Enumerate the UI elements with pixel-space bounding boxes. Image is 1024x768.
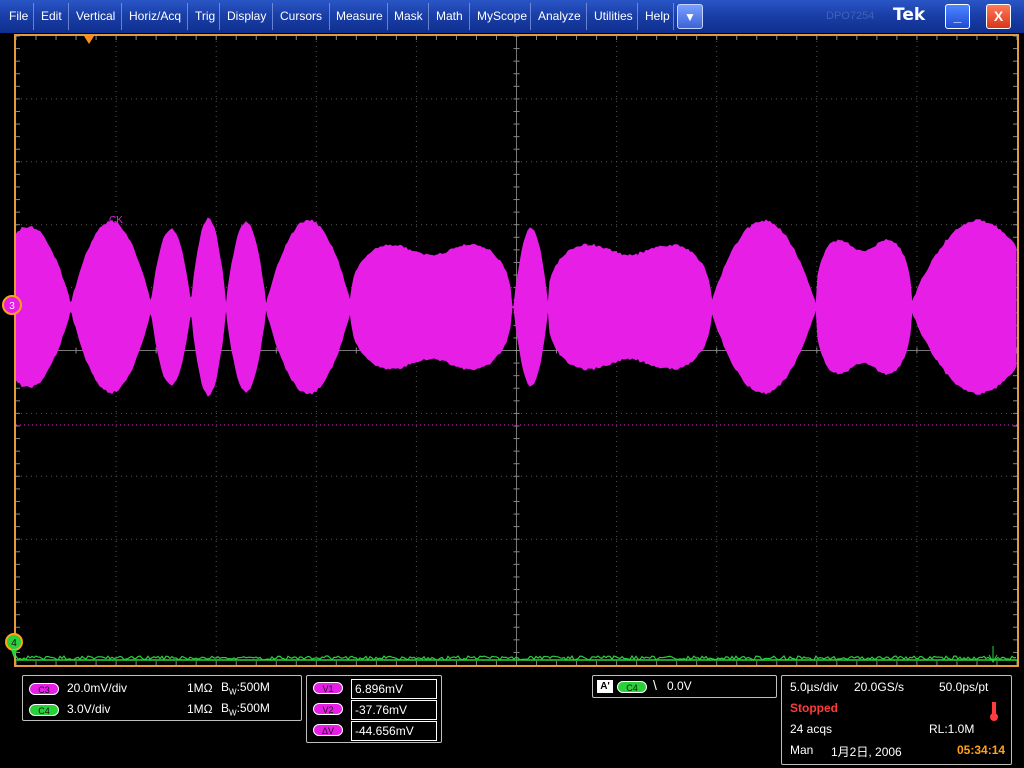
acquisition-mode: Man bbox=[790, 743, 813, 757]
cursor-v1-row: V1 bbox=[313, 680, 343, 694]
brand-logo: Tek bbox=[893, 0, 925, 33]
cursor-dv-label: ΔV bbox=[313, 724, 343, 736]
ch3-scale: 20.0mV/div bbox=[67, 678, 127, 698]
cursor-dv-value: -44.656mV bbox=[351, 721, 437, 741]
record-length: RL:1.0M bbox=[929, 722, 974, 736]
channel-row-c3[interactable]: C3 20.0mV/div 1MΩ BW:500M bbox=[29, 678, 299, 698]
ch4-bandwidth: BW:500M bbox=[221, 698, 270, 723]
minimize-icon: _ bbox=[954, 8, 962, 24]
ch3-badge: C3 bbox=[29, 683, 59, 695]
menu-analyze[interactable]: Analyze bbox=[531, 0, 588, 33]
sample-rate: 20.0GS/s bbox=[854, 680, 904, 694]
cursor-v1-value: 6.896mV bbox=[351, 679, 437, 699]
ch4-scale: 3.0V/div bbox=[67, 699, 110, 719]
ch3-level-marker[interactable]: 3 bbox=[0, 290, 40, 320]
acquisition-date: 1月2日, 2006 bbox=[831, 743, 902, 760]
menu-measure[interactable]: Measure bbox=[329, 0, 390, 33]
cursor-v1-label: V1 bbox=[313, 682, 343, 694]
menu-file[interactable]: File bbox=[2, 0, 35, 33]
ch4-marker-label: 4 bbox=[11, 638, 17, 649]
cursor-v2-value: -37.76mV bbox=[351, 700, 437, 720]
menu-bar: File Edit Vertical Horiz/Acq Trig Displa… bbox=[0, 0, 1024, 33]
menu-edit[interactable]: Edit bbox=[34, 0, 69, 33]
ch4-level-marker[interactable]: 4 bbox=[2, 632, 32, 662]
menu-horiz-acq[interactable]: Horiz/Acq bbox=[122, 0, 188, 33]
waveform-display[interactable]: CK bbox=[14, 34, 1019, 667]
ch4-impedance: 1MΩ bbox=[187, 699, 213, 719]
ch3-marker-label: 3 bbox=[9, 301, 15, 312]
instrument-model: DPO7254 bbox=[826, 0, 874, 33]
menu-vertical[interactable]: Vertical bbox=[69, 0, 122, 33]
time-resolution: 50.0ps/pt bbox=[939, 680, 988, 694]
trigger-panel[interactable]: A' C4 \ 0.0V bbox=[592, 675, 777, 698]
trigger-position-marker bbox=[84, 36, 94, 44]
cursor-v2-label: V2 bbox=[313, 703, 343, 715]
acquisition-time: 05:34:14 bbox=[957, 743, 1005, 757]
menu-help[interactable]: Help bbox=[638, 0, 677, 33]
trigger-mode-badge: A' bbox=[597, 680, 613, 693]
falling-edge-icon: \ bbox=[653, 677, 657, 693]
time-per-div: 5.0µs/div bbox=[790, 680, 838, 694]
trigger-level: 0.0V bbox=[667, 679, 692, 693]
graticule: CK bbox=[16, 36, 1017, 665]
menu-mask[interactable]: Mask bbox=[387, 0, 430, 33]
ch4-badge: C4 bbox=[29, 704, 59, 716]
menu-trig[interactable]: Trig bbox=[188, 0, 222, 33]
cursor-v2-row: V2 bbox=[313, 701, 343, 715]
channel-row-c4[interactable]: C4 3.0V/div 1MΩ BW:500M bbox=[29, 699, 299, 719]
acquisition-panel[interactable]: 5.0µs/div 20.0GS/s 50.0ps/pt Stopped 24 … bbox=[781, 675, 1012, 765]
channel-settings-panel[interactable]: C3 20.0mV/div 1MΩ BW:500M C4 3.0V/div 1M… bbox=[22, 675, 302, 721]
trigger-source-badge: C4 bbox=[617, 681, 647, 693]
minimize-button[interactable]: _ bbox=[945, 4, 970, 29]
chevron-down-icon: ▼ bbox=[684, 10, 696, 24]
menu-myscope[interactable]: MyScope bbox=[470, 0, 534, 33]
menu-utilities[interactable]: Utilities bbox=[587, 0, 640, 33]
close-icon: X bbox=[994, 8, 1003, 24]
acquisition-status: Stopped bbox=[790, 701, 838, 715]
menu-math[interactable]: Math bbox=[429, 0, 470, 33]
menu-dropdown-button[interactable]: ▼ bbox=[677, 4, 703, 29]
cursor-dv-row: ΔV bbox=[313, 722, 343, 736]
menu-separator bbox=[673, 3, 674, 30]
acquisition-count: 24 acqs bbox=[790, 722, 832, 736]
waveform-label: CK bbox=[109, 215, 123, 226]
close-button[interactable]: X bbox=[986, 4, 1011, 29]
cursor-readout-panel[interactable]: V1 6.896mV V2 -37.76mV ΔV -44.656mV bbox=[306, 675, 442, 743]
ch3-impedance: 1MΩ bbox=[187, 678, 213, 698]
menu-cursors[interactable]: Cursors bbox=[273, 0, 329, 33]
thermometer-icon bbox=[988, 701, 1000, 723]
menu-display[interactable]: Display bbox=[220, 0, 273, 33]
